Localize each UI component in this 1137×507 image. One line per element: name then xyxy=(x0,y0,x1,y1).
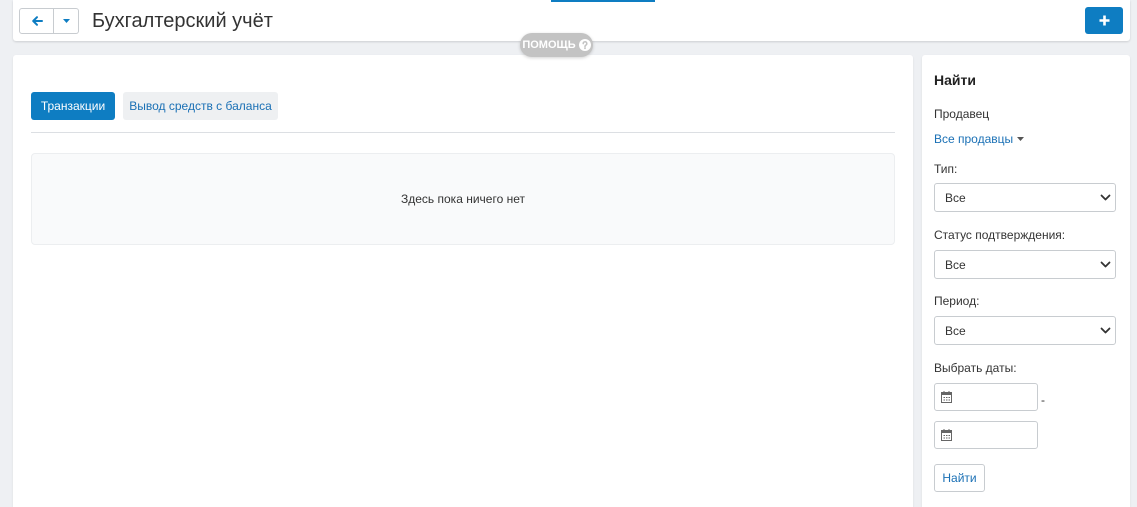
date-range-separator: - xyxy=(1041,393,1045,407)
help-button[interactable]: ПОМОЩЬ xyxy=(520,33,593,57)
help-label: ПОМОЩЬ xyxy=(522,39,576,51)
page-title: Бухгалтерский учёт xyxy=(92,10,273,32)
status-label: Статус подтверждения: xyxy=(934,228,1066,242)
caret-down-icon xyxy=(62,19,70,23)
search-title: Найти xyxy=(934,72,976,88)
calendar-icon[interactable] xyxy=(941,391,952,403)
top-nav-indicator xyxy=(551,0,655,2)
vendor-dropdown-link[interactable]: Все продавцы xyxy=(934,132,1025,146)
empty-state: Здесь пока ничего нет xyxy=(31,153,895,245)
search-sidebar: Найти Продавец Все продавцы Тип: Все Ста… xyxy=(922,55,1130,507)
vendor-value: Все продавцы xyxy=(934,132,1014,146)
add-button[interactable] xyxy=(1085,7,1123,34)
plus-icon xyxy=(1099,15,1109,26)
type-select[interactable]: Все xyxy=(934,183,1116,212)
dates-label: Выбрать даты: xyxy=(934,361,1017,375)
tab-withdrawals[interactable]: Вывод средств с баланса xyxy=(123,92,278,120)
date-from-wrapper xyxy=(934,383,1038,411)
navigation-button-group xyxy=(19,8,79,34)
type-label: Тип: xyxy=(934,162,958,176)
tab-transactions[interactable]: Транзакции xyxy=(31,92,115,120)
history-dropdown-button[interactable] xyxy=(54,8,79,34)
main-panel: Транзакции Вывод средств с баланса Здесь… xyxy=(13,55,913,507)
back-button[interactable] xyxy=(19,8,54,34)
arrow-left-icon xyxy=(31,16,43,26)
date-to-wrapper xyxy=(934,421,1038,449)
question-circle-icon xyxy=(578,39,591,51)
period-select[interactable]: Все xyxy=(934,316,1116,345)
status-select-wrapper: Все xyxy=(934,250,1116,279)
period-label: Период: xyxy=(934,294,980,308)
search-submit-button[interactable]: Найти xyxy=(934,464,985,492)
calendar-icon[interactable] xyxy=(941,429,952,441)
caret-down-icon xyxy=(1017,137,1025,141)
vendor-label: Продавец xyxy=(934,107,990,121)
status-select[interactable]: Все xyxy=(934,250,1116,279)
type-select-wrapper: Все xyxy=(934,183,1116,212)
period-select-wrapper: Все xyxy=(934,316,1116,345)
tabs-divider xyxy=(31,132,895,133)
empty-state-message: Здесь пока ничего нет xyxy=(401,192,525,206)
